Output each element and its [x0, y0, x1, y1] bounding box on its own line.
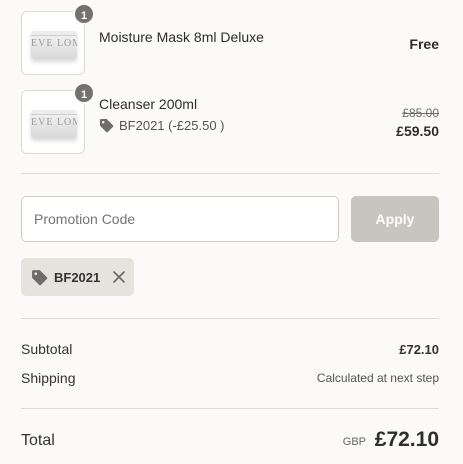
- divider: [21, 173, 439, 174]
- product-image: EVE LOM: [31, 31, 77, 59]
- original-price: £85.00: [402, 106, 439, 120]
- subtotal-label: Subtotal: [21, 341, 73, 357]
- divider: [21, 318, 439, 319]
- quantity-badge: 1: [73, 3, 95, 25]
- discount-code-label: BF2021: [54, 269, 101, 285]
- shipping-label: Shipping: [21, 370, 76, 386]
- tag-icon: [31, 269, 48, 286]
- discount-label: BF2021 (-£25.50 ): [119, 118, 225, 133]
- close-icon[interactable]: [112, 270, 126, 284]
- total-currency: GBP: [342, 436, 366, 448]
- product-thumbnail: EVE LOM 1: [21, 3, 95, 75]
- item-discount: BF2021 (-£25.50 ): [99, 118, 225, 133]
- total-label: Total: [21, 432, 55, 449]
- product-image: EVE LOM: [31, 110, 77, 138]
- product-price: £59.50: [396, 123, 439, 139]
- divider: [21, 408, 439, 409]
- product-price: Free: [409, 36, 439, 52]
- line-item-cleanser: EVE LOM 1 Cleanser 200ml BF2021 (-£25.50…: [21, 82, 439, 154]
- product-name: Moisture Mask 8ml Deluxe: [99, 29, 264, 45]
- tag-icon: [99, 118, 114, 133]
- product-thumbnail: EVE LOM 1: [21, 82, 95, 154]
- product-name: Cleanser 200ml: [99, 96, 198, 112]
- total-value: £72.10: [374, 428, 439, 451]
- shipping-value: Calculated at next step: [316, 371, 439, 385]
- applied-discount-chip: BF2021: [21, 258, 134, 296]
- subtotal-value: £72.10: [399, 342, 439, 357]
- line-item-moisture-mask: EVE LOM 1 Moisture Mask 8ml Deluxe Free: [21, 3, 439, 75]
- quantity-badge: 1: [73, 82, 95, 104]
- promotion-code-input[interactable]: [21, 196, 339, 242]
- apply-button[interactable]: Apply: [351, 196, 439, 242]
